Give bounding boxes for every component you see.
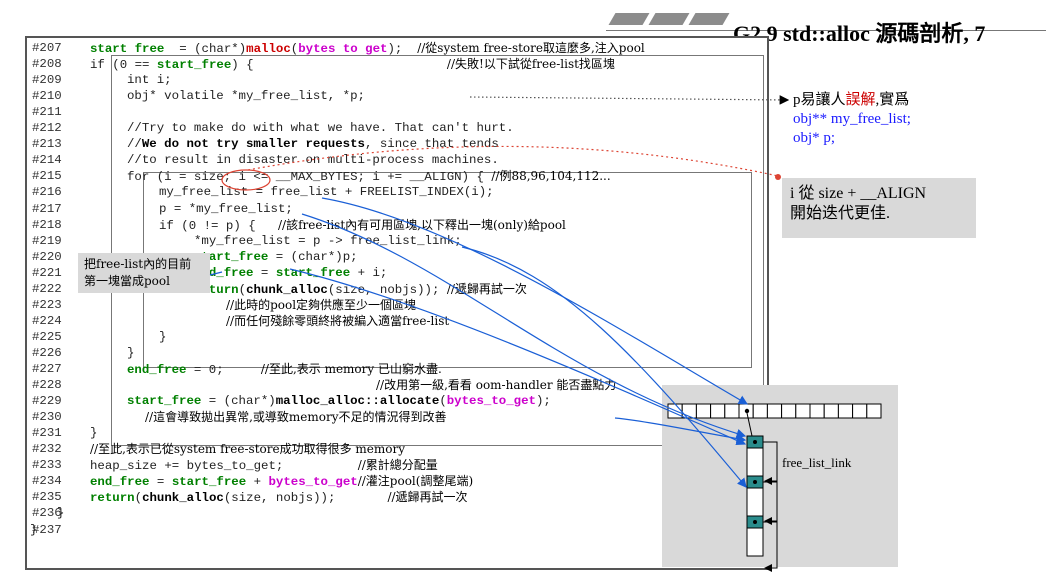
free-list-slot xyxy=(866,403,882,419)
free-list-slot xyxy=(809,403,825,419)
free-list-slot xyxy=(852,403,868,419)
free-list-link-arrow xyxy=(763,441,778,485)
free-list-slot xyxy=(724,403,740,419)
free-list-chain xyxy=(746,435,778,572)
free-block-link-dot xyxy=(753,520,757,524)
free-list-slot xyxy=(752,403,768,419)
free-block-body xyxy=(746,447,764,477)
free-list-link-arrow xyxy=(763,521,778,572)
free-list-slot xyxy=(795,403,811,419)
slot-pointer-dot xyxy=(744,408,750,414)
size-highlight-circle xyxy=(221,169,271,191)
free-list-slot xyxy=(766,403,783,419)
free-list-link-arrow xyxy=(763,481,778,525)
free-list-slot xyxy=(823,403,839,419)
free-list-slot xyxy=(781,403,797,419)
free-list-slot xyxy=(837,403,854,419)
annotation-overlay xyxy=(209,95,882,572)
free-block-body xyxy=(746,527,764,557)
pool-note-arrow xyxy=(209,271,223,276)
free-list-slot xyxy=(695,403,712,419)
arrow-bytes-to-get xyxy=(614,417,747,444)
free-list-slot xyxy=(710,403,726,419)
arrow-my-free-list xyxy=(321,197,749,405)
free-block-link-dot xyxy=(753,440,757,444)
arrow-free-list-link xyxy=(461,246,747,488)
free-block-body xyxy=(746,487,764,517)
free-block-link-dot xyxy=(753,480,757,484)
pointer-dotted-arrow xyxy=(469,95,790,105)
size-dotted-curve xyxy=(247,145,779,177)
arrow-p xyxy=(301,213,747,439)
